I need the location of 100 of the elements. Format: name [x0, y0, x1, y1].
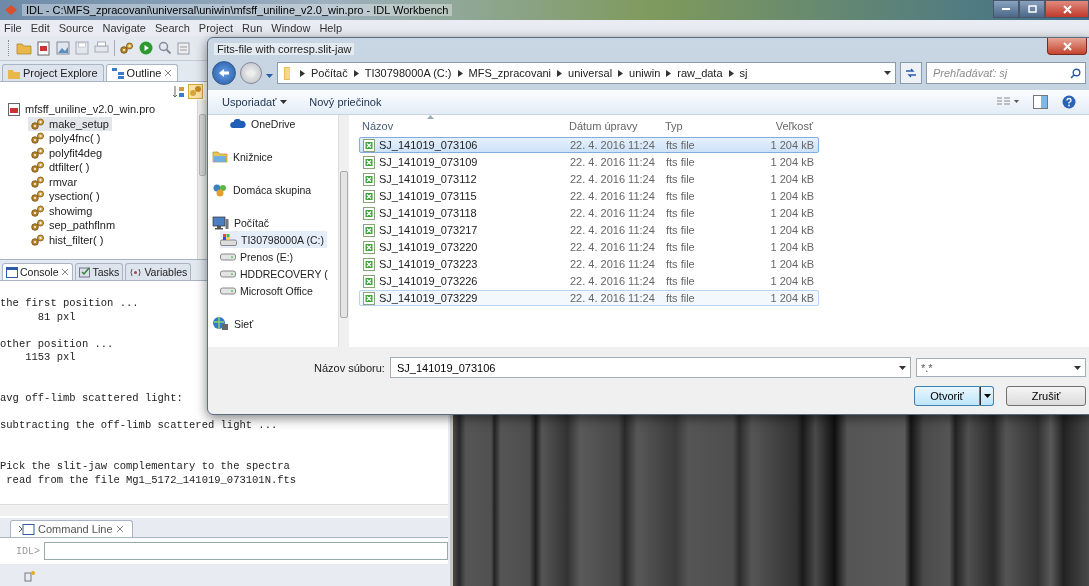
panel-tab[interactable]: Project Explore: [2, 64, 104, 81]
menu-item[interactable]: File: [4, 22, 22, 34]
tree-item[interactable]: poly4fnc( ): [28, 131, 104, 146]
menu-item[interactable]: Project: [198, 22, 234, 34]
nav-item[interactable]: Domáca skupina: [212, 181, 315, 198]
column-header[interactable]: Veľkosť: [745, 120, 813, 132]
view-list-icon[interactable]: [997, 97, 1019, 107]
scrollbar[interactable]: [338, 115, 349, 347]
column-header[interactable]: Dátum úpravy: [569, 120, 665, 132]
menu-item[interactable]: Search: [155, 22, 190, 34]
tree-item[interactable]: dtfilter( ): [28, 160, 93, 175]
breadcrumb-item[interactable]: uniwin: [629, 67, 661, 79]
nav-item[interactable]: HDDRECOVERY (: [220, 265, 331, 282]
nav-item[interactable]: Prenos (E:): [220, 248, 297, 265]
file-row[interactable]: SJ_141019_073223 22. 4. 2016 11:24 fts file 1 204 kB: [359, 256, 819, 272]
gears-icon: [120, 42, 134, 54]
minimize-button[interactable]: [993, 0, 1019, 18]
scrollbar[interactable]: [0, 504, 448, 516]
console-line: read from the file Mg1_5172_141019_073101N.fts: [5, 473, 297, 488]
file-row[interactable]: SJ_141019_073106 22. 4. 2016 11:24 fts file 1 204 kB: [359, 137, 819, 153]
play-icon[interactable]: [139, 41, 153, 55]
menu-item[interactable]: Run: [242, 22, 263, 34]
search-icon[interactable]: [158, 41, 172, 55]
caret-icon: [884, 71, 891, 75]
breadcrumb-item[interactable]: MFS_zpracovani: [468, 67, 552, 79]
new-folder-button[interactable]: Nový priečinok: [309, 96, 382, 108]
panel-tab[interactable]: Outline: [105, 64, 179, 81]
document-icon[interactable]: [37, 40, 51, 56]
nav-item[interactable]: TI30798000A (C:): [220, 231, 327, 248]
close-icon[interactable]: [115, 525, 124, 533]
menu-item[interactable]: Edit: [30, 22, 50, 34]
tree-item[interactable]: showimg: [28, 203, 96, 218]
file-size: 1 204 kB: [769, 207, 814, 219]
file-row[interactable]: SJ_141019_073109 22. 4. 2016 11:24 fts file 1 204 kB: [359, 154, 819, 170]
maximize-button[interactable]: [1019, 0, 1045, 18]
file-row[interactable]: SJ_141019_073115 22. 4. 2016 11:24 fts file 1 204 kB: [359, 188, 819, 204]
menu-item[interactable]: Help: [319, 22, 343, 34]
breadcrumb-item[interactable]: raw_data: [677, 67, 723, 79]
breadcrumb-item[interactable]: sj: [739, 67, 748, 79]
file-row[interactable]: SJ_141019_073217 22. 4. 2016 11:24 fts file 1 204 kB: [359, 222, 819, 238]
file-type-dropdown[interactable]: *.*: [916, 358, 1086, 377]
search-field[interactable]: Prehľadávať: sj: [926, 62, 1086, 84]
open-button[interactable]: Otvoriť: [914, 386, 980, 406]
minimize-icon: [1002, 7, 1010, 11]
address-bar[interactable]: Počítač TI30798000A (C:) MFS_zpracovani universal uniwin raw_data sj: [277, 62, 896, 84]
outline-icon: [111, 67, 124, 79]
panel-tab[interactable]: Console: [2, 263, 73, 280]
tree-item[interactable]: rmvar: [28, 174, 81, 189]
preview-pane-icon[interactable]: [1033, 95, 1048, 109]
menu-item[interactable]: Window: [271, 22, 311, 34]
nav-item[interactable]: Knižnice: [212, 148, 276, 165]
close-button[interactable]: [1047, 38, 1087, 55]
panel-tab[interactable]: Tasks: [74, 263, 124, 280]
close-button[interactable]: [1045, 0, 1089, 18]
help-icon[interactable]: [1062, 95, 1076, 109]
cancel-button[interactable]: Zrušiť: [1006, 386, 1086, 406]
organize-menu[interactable]: Usporiadať: [222, 96, 288, 108]
breadcrumb-item[interactable]: TI30798000A (C:): [364, 67, 452, 79]
chevron-icon: [457, 69, 463, 77]
menu-item[interactable]: Navigate: [102, 22, 146, 34]
column-header[interactable]: Typ: [665, 120, 745, 132]
sort-icon[interactable]: [172, 84, 185, 98]
file-row[interactable]: SJ_141019_073118 22. 4. 2016 11:24 fts file 1 204 kB: [359, 205, 819, 221]
panel-tab[interactable]: Command Line: [10, 520, 133, 537]
file-row[interactable]: SJ_141019_073226 22. 4. 2016 11:24 fts file 1 204 kB: [359, 273, 819, 289]
file-type: fts file: [666, 241, 696, 253]
tree-item[interactable]: polyfit4deg: [28, 145, 106, 160]
column-header[interactable]: Názov: [359, 120, 569, 132]
tree-item[interactable]: sep_pathflnm: [28, 218, 119, 233]
command-input[interactable]: [44, 542, 448, 560]
scrollbar[interactable]: [197, 100, 207, 259]
new-window-icon[interactable]: [24, 570, 36, 582]
close-icon[interactable]: [60, 268, 69, 276]
save-icon[interactable]: [75, 41, 89, 55]
tree-item[interactable]: ysection( ): [28, 189, 103, 204]
image-icon[interactable]: [56, 41, 70, 55]
refresh-icon: [905, 68, 917, 78]
print-icon[interactable]: [94, 41, 109, 55]
back-button[interactable]: [212, 61, 236, 85]
breadcrumb-item[interactable]: Počítač: [311, 67, 348, 79]
menu-item[interactable]: Source: [58, 22, 94, 34]
close-icon[interactable]: [164, 69, 173, 77]
file-row[interactable]: SJ_141019_073112 22. 4. 2016 11:24 fts file 1 204 kB: [359, 171, 819, 187]
forward-button[interactable]: [240, 62, 262, 84]
nav-item[interactable]: Sieť: [212, 315, 257, 332]
tree-item[interactable]: make_setup: [28, 116, 112, 131]
nav-item[interactable]: Microsoft Office: [220, 282, 316, 299]
file-row[interactable]: SJ_141019_073220 22. 4. 2016 11:24 fts file 1 204 kB: [359, 239, 819, 255]
file-icon: [363, 291, 375, 305]
refresh-button[interactable]: [900, 62, 922, 84]
nav-item[interactable]: Počítač: [212, 214, 273, 231]
panel-tab[interactable]: Variables: [125, 263, 192, 280]
tree-item[interactable]: hist_filter( ): [28, 232, 107, 247]
filename-field[interactable]: SJ_141019_073106: [389, 357, 911, 378]
nav-item[interactable]: OneDrive: [230, 115, 299, 132]
tree-item[interactable]: mfsff_uniline_v2.0_win.pro: [8, 102, 197, 117]
file-row[interactable]: SJ_141019_073229 22. 4. 2016 11:24 fts file 1 204 kB: [359, 290, 819, 306]
open-options-button[interactable]: [980, 386, 994, 406]
gears-icon: [31, 204, 45, 217]
breadcrumb-item[interactable]: universal: [568, 67, 613, 79]
